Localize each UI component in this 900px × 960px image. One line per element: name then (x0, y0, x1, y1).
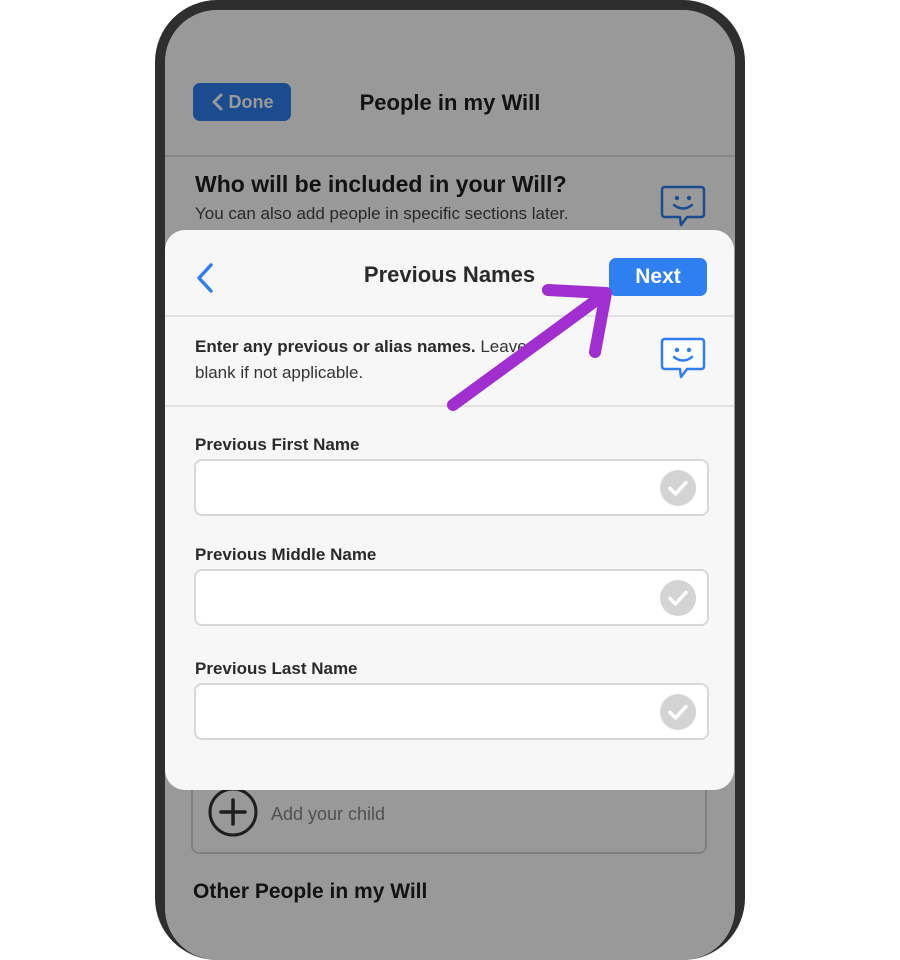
middle-name-label: Previous Middle Name (195, 545, 377, 564)
instructions: Enter any previous or alias names. Leave… (195, 334, 555, 386)
last-name-input[interactable] (208, 693, 652, 732)
middle-name-input[interactable] (208, 579, 652, 618)
first-name-field[interactable] (194, 459, 709, 516)
check-circle-icon (660, 470, 696, 506)
last-name-label: Previous Last Name (195, 659, 358, 678)
divider (165, 405, 734, 407)
chat-smiley-help-icon[interactable] (659, 336, 707, 382)
middle-name-field[interactable] (194, 569, 709, 626)
check-circle-icon (660, 694, 696, 730)
first-name-label: Previous First Name (195, 435, 360, 454)
divider (165, 315, 734, 317)
next-button[interactable]: Next (609, 258, 707, 296)
last-name-field[interactable] (194, 683, 709, 740)
instructions-bold: Enter any previous or alias names. (195, 337, 476, 356)
check-circle-icon (660, 580, 696, 616)
first-name-input[interactable] (208, 469, 652, 508)
previous-names-modal: Previous Names Next Enter any previous o… (165, 230, 734, 790)
